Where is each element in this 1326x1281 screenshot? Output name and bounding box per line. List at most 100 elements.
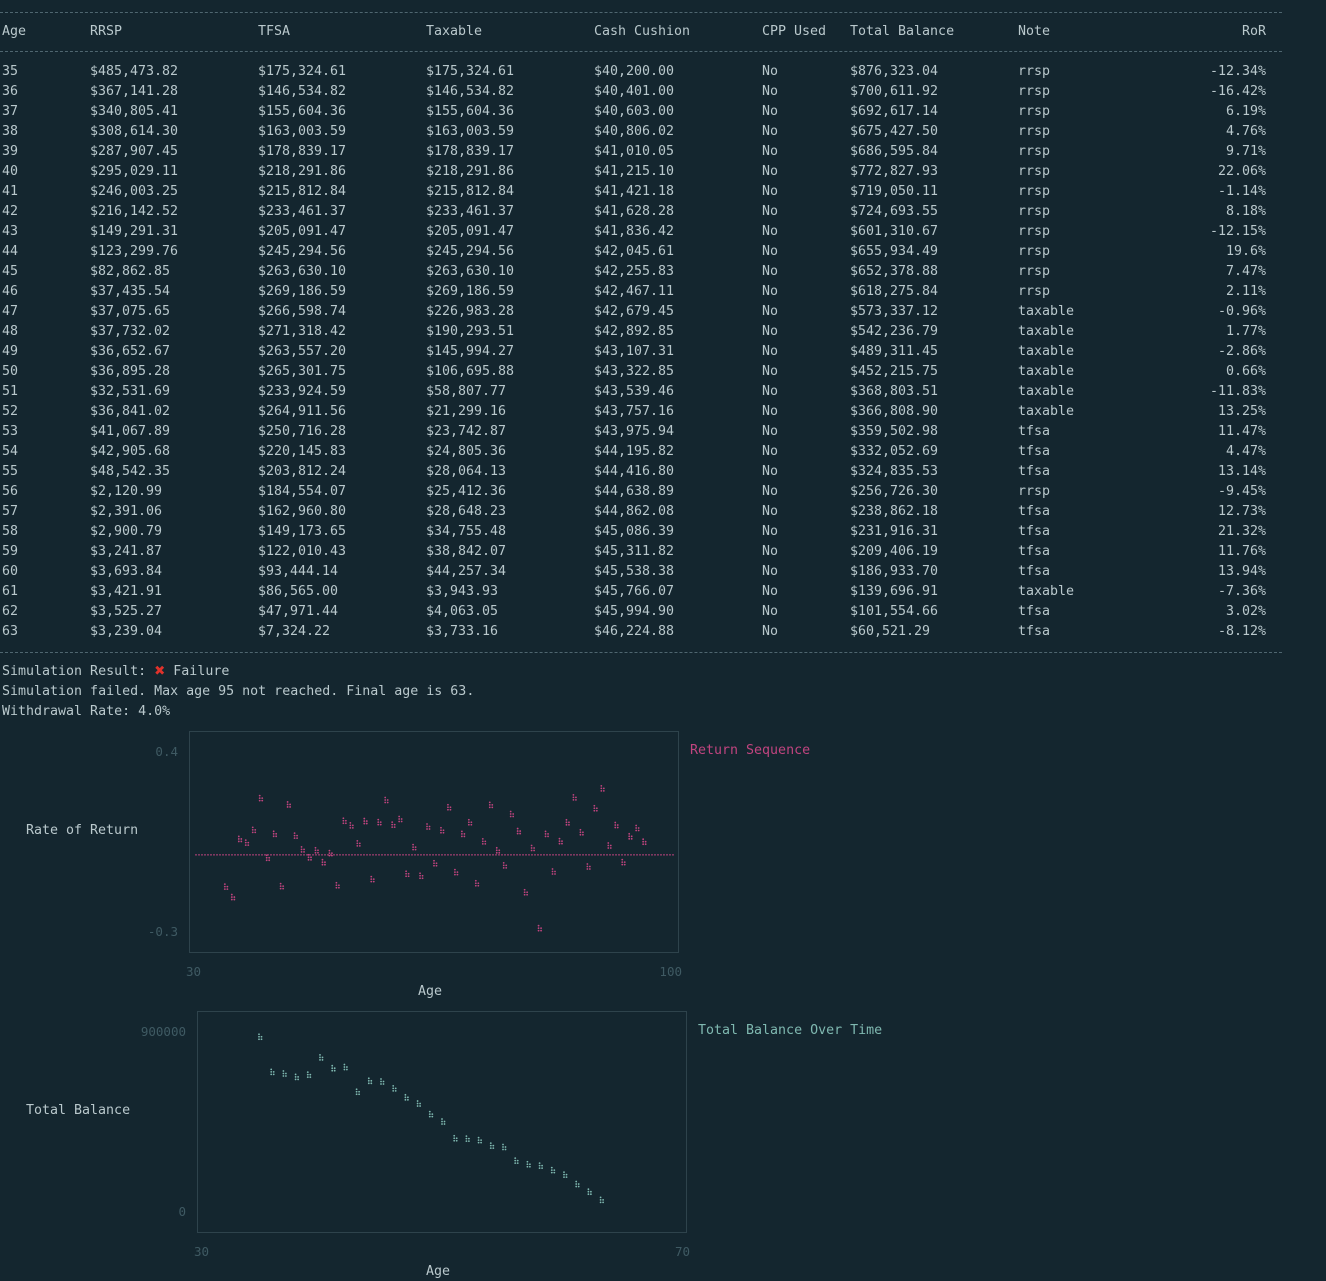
cell-total-balance: $876,323.04: [850, 64, 939, 79]
ror-data-point: [554, 870, 556, 873]
zero-baseline-dot: [465, 854, 467, 856]
ror-data-point: [286, 801, 289, 803]
zero-baseline-dot: [399, 854, 401, 856]
cell-cash-cushion: $43,107.31: [594, 344, 675, 359]
cell-cash-cushion: $44,416.80: [594, 464, 675, 479]
cell-total-balance: $452,215.75: [850, 364, 939, 379]
zero-baseline-dot: [582, 854, 584, 856]
balance-data-point: [294, 1073, 297, 1076]
ror-data-point: [523, 888, 526, 891]
ror-data-point: [614, 821, 617, 824]
ror-y-axis-title: Rate of Return: [26, 823, 139, 838]
cell-cash-cushion: $42,045.61: [594, 244, 675, 259]
ror-data-point: [310, 858, 312, 861]
zero-baseline-dot: [303, 854, 305, 856]
zero-baseline-dot: [207, 854, 209, 856]
ror-data-point: [379, 823, 382, 826]
cell-note: taxable: [1018, 344, 1075, 359]
balance-data-point: [443, 1120, 446, 1123]
cell-age: 57: [2, 504, 19, 519]
ror-data-point: [579, 828, 582, 831]
cell-cash-cushion: $41,836.42: [594, 224, 675, 239]
cell-cpp-used: No: [762, 544, 779, 559]
table-row: 54 $42,905.68 $220,145.83 $24,805.36 $44,195…: [0, 442, 1282, 462]
balance-data-point: [370, 1079, 373, 1082]
ror-data-point: [328, 849, 331, 852]
ror-data-point: [530, 844, 533, 847]
ror-data-point: [467, 818, 470, 821]
cell-cpp-used: No: [762, 384, 779, 399]
cell-total-balance: $686,595.84: [850, 144, 939, 159]
cell-ror: -0.96%: [1217, 304, 1266, 319]
cell-tfsa: $263,557.20: [258, 344, 347, 359]
ror-data-point: [519, 832, 522, 835]
balance-data-point: [358, 1093, 360, 1096]
balance-data-point: [343, 1068, 346, 1071]
zero-baseline-dot: [456, 854, 458, 856]
balance-data-point: [272, 1070, 275, 1073]
zero-baseline-dot: [510, 854, 512, 856]
cell-cpp-used: No: [762, 524, 779, 539]
ror-data-point: [328, 854, 331, 857]
cell-note: rrsp: [1018, 284, 1051, 299]
cell-age: 47: [2, 304, 19, 319]
cell-cash-cushion: $42,467.11: [594, 284, 675, 299]
balance-data-point: [465, 1140, 468, 1143]
ror-data-point: [595, 809, 598, 812]
ror-data-point: [530, 849, 533, 852]
ror-data-point: [551, 870, 554, 873]
ror-data-point: [400, 818, 403, 820]
balance-data-point: [306, 1073, 309, 1076]
ror-data-point: [303, 851, 305, 853]
ror-data-point: [551, 873, 554, 875]
cell-cash-cushion: $45,766.07: [594, 584, 675, 599]
cell-taxable: $178,839.17: [426, 144, 515, 159]
balance-data-point: [419, 1102, 421, 1105]
cell-note: rrsp: [1018, 204, 1051, 219]
table-row: 41 $246,003.25 $215,812.84 $215,812.84 $41,4…: [0, 182, 1282, 202]
ror-data-point: [435, 862, 438, 865]
cell-taxable: $38,842.07: [426, 544, 507, 559]
ror-data-point: [365, 822, 368, 825]
cell-age: 39: [2, 144, 19, 159]
balance-data-point: [392, 1084, 395, 1087]
balance-data-point: [577, 1185, 580, 1188]
ror-data-point: [512, 815, 515, 818]
ror-data-point: [502, 866, 505, 869]
ror-data-point: [433, 859, 435, 862]
balance-data-point: [404, 1098, 407, 1101]
ror-data-point: [561, 842, 563, 845]
zero-baseline-dot: [474, 854, 476, 856]
ror-plot-area: [189, 731, 679, 953]
cell-cash-cushion: $44,195.82: [594, 444, 675, 459]
zero-baseline-dot: [291, 854, 293, 856]
cell-cpp-used: No: [762, 164, 779, 179]
ror-data-point: [244, 841, 247, 844]
zero-baseline-dot: [645, 854, 647, 856]
balance-data-point: [502, 1146, 504, 1148]
cell-note: taxable: [1018, 304, 1075, 319]
zero-baseline-dot: [294, 854, 296, 856]
ror-data-point: [456, 871, 459, 874]
ror-data-point: [630, 835, 633, 838]
cell-tfsa: $86,565.00: [258, 584, 339, 599]
zero-baseline-dot: [513, 854, 515, 856]
zero-baseline-dot: [408, 854, 410, 856]
balance-data-point: [346, 1066, 348, 1068]
ror-data-point: [393, 826, 396, 829]
ror-data-point: [467, 823, 470, 826]
balance-data-point: [321, 1056, 324, 1059]
cell-ror: 1.77%: [1225, 324, 1266, 339]
zero-baseline-dot: [249, 854, 251, 856]
zero-baseline-dot: [354, 854, 356, 856]
ror-data-point: [593, 807, 596, 810]
cell-rrsp: $246,003.25: [90, 184, 179, 199]
ror-data-point: [442, 829, 445, 832]
zero-baseline-dot: [531, 854, 533, 856]
ror-data-point: [495, 849, 498, 852]
cell-rrsp: $149,291.31: [90, 224, 179, 239]
zero-baseline-dot: [612, 854, 614, 856]
balance-data-point: [563, 1173, 565, 1176]
cell-note: rrsp: [1018, 484, 1051, 499]
zero-baseline-dot: [648, 854, 650, 856]
